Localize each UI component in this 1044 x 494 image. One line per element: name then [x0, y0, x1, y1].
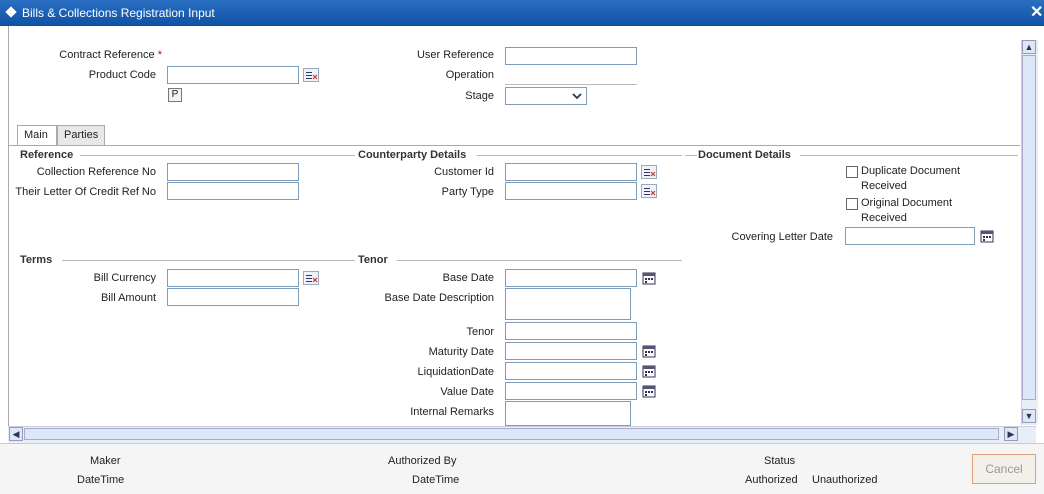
party-type-input[interactable]: [505, 182, 637, 200]
scroll-up-icon[interactable]: ▲: [1022, 40, 1036, 54]
document-section-title: Document Details: [698, 149, 791, 161]
customer-id-input[interactable]: [505, 163, 637, 181]
stage-label: Stage: [465, 90, 494, 102]
scroll-left-icon[interactable]: ◀: [9, 427, 23, 441]
reference-section-title: Reference: [20, 149, 74, 161]
bill-amount-label: Bill Amount: [100, 292, 156, 304]
operation-divider: [505, 84, 637, 85]
party-type-label: Party Type: [441, 186, 494, 198]
window-title: Bills & Collections Registration Input: [22, 6, 215, 20]
base-date-description-label: Base Date Description: [384, 292, 494, 304]
bill-amount-input[interactable]: [167, 288, 299, 306]
base-date-description-input[interactable]: [505, 288, 631, 320]
scroll-down-icon[interactable]: ▼: [1022, 409, 1036, 423]
liquidation-date-label: LiquidationDate: [417, 366, 494, 378]
tenor-rule: [397, 260, 682, 261]
tenor-section-title: Tenor: [358, 254, 388, 266]
duplicate-document-label: Duplicate Document: [861, 165, 961, 177]
user-reference-label: User Reference: [416, 49, 494, 61]
customer-id-label: Customer Id: [434, 166, 494, 178]
internal-remarks-input[interactable]: [505, 401, 631, 426]
reference-rule: [80, 155, 355, 156]
audit-footer: [0, 443, 1044, 494]
value-date-input[interactable]: [505, 382, 637, 400]
covering-letter-date-input[interactable]: [845, 227, 975, 245]
horizontal-scroll-thumb[interactable]: [24, 428, 999, 440]
terms-rule: [62, 260, 355, 261]
tab-parties[interactable]: Parties: [57, 125, 105, 145]
counterparty-rule: [477, 155, 682, 156]
tab-divider: [8, 145, 1020, 146]
liquidation-date-input[interactable]: [505, 362, 637, 380]
user-reference-input[interactable]: [505, 47, 637, 65]
counterparty-section-title: Counterparty Details: [358, 149, 467, 161]
party-type-lov-icon[interactable]: [641, 184, 657, 198]
value-date-calendar-icon[interactable]: [641, 383, 657, 399]
bill-currency-label: Bill Currency: [93, 272, 156, 284]
authorized-by-label: Authorized By: [388, 455, 457, 467]
collection-reference-input[interactable]: [167, 163, 299, 181]
product-code-lov-icon[interactable]: [303, 68, 319, 82]
their-lc-ref-label: Their Letter Of Credit Ref No: [15, 186, 156, 198]
internal-remarks-label: Internal Remarks: [410, 406, 494, 418]
bill-currency-input[interactable]: [167, 269, 299, 287]
window-diamond-icon: [5, 6, 17, 18]
document-rule-left: [685, 155, 697, 156]
required-mark: *: [157, 49, 162, 61]
original-document-label: Original Document: [861, 197, 953, 209]
tab-main[interactable]: Main: [17, 125, 57, 145]
tenor-input[interactable]: [505, 322, 637, 340]
p-button[interactable]: P: [168, 88, 182, 102]
product-code-label: Product Code: [88, 69, 156, 81]
base-date-input[interactable]: [505, 269, 637, 287]
operation-label: Operation: [445, 69, 494, 81]
collection-reference-label: Collection Reference No: [36, 166, 156, 178]
duplicate-document-checkbox[interactable]: [846, 166, 858, 178]
original-document-label-2: Received: [861, 212, 907, 224]
calendar-icon[interactable]: [979, 228, 995, 244]
covering-letter-date-label: Covering Letter Date: [731, 231, 834, 243]
vertical-scroll-thumb[interactable]: [1022, 55, 1036, 400]
document-rule: [800, 155, 1018, 156]
window-titlebar: Bills & Collections Registration Input ✕: [0, 0, 1044, 26]
unauthorized-status-value: Unauthorized: [812, 474, 878, 486]
duplicate-document-label-2: Received: [861, 180, 907, 192]
checker-datetime-label: DateTime: [412, 474, 460, 486]
maker-datetime-label: DateTime: [77, 474, 125, 486]
product-code-input[interactable]: [167, 66, 299, 84]
original-document-checkbox[interactable]: [846, 198, 858, 210]
bill-currency-lov-icon[interactable]: [303, 271, 319, 285]
base-date-calendar-icon[interactable]: [641, 270, 657, 286]
terms-section-title: Terms: [20, 254, 53, 266]
cancel-button[interactable]: Cancel: [972, 454, 1036, 484]
value-date-label: Value Date: [440, 386, 494, 398]
dropdown-arrow-icon[interactable]: [570, 89, 584, 103]
base-date-label: Base Date: [442, 272, 494, 284]
authorized-status-label: Authorized: [745, 474, 798, 486]
close-icon[interactable]: ✕: [1030, 2, 1043, 22]
maturity-date-label: Maturity Date: [428, 346, 494, 358]
maker-label: Maker: [90, 455, 121, 467]
customer-id-lov-icon[interactable]: [641, 165, 657, 179]
their-lc-ref-input[interactable]: [167, 182, 299, 200]
contract-reference-label: Contract Reference *: [59, 49, 162, 61]
scroll-right-icon[interactable]: ▶: [1004, 427, 1018, 441]
liquidation-date-calendar-icon[interactable]: [641, 363, 657, 379]
maturity-date-calendar-icon[interactable]: [641, 343, 657, 359]
maturity-date-input[interactable]: [505, 342, 637, 360]
tenor-label: Tenor: [466, 326, 494, 338]
status-label: Status: [764, 455, 796, 467]
